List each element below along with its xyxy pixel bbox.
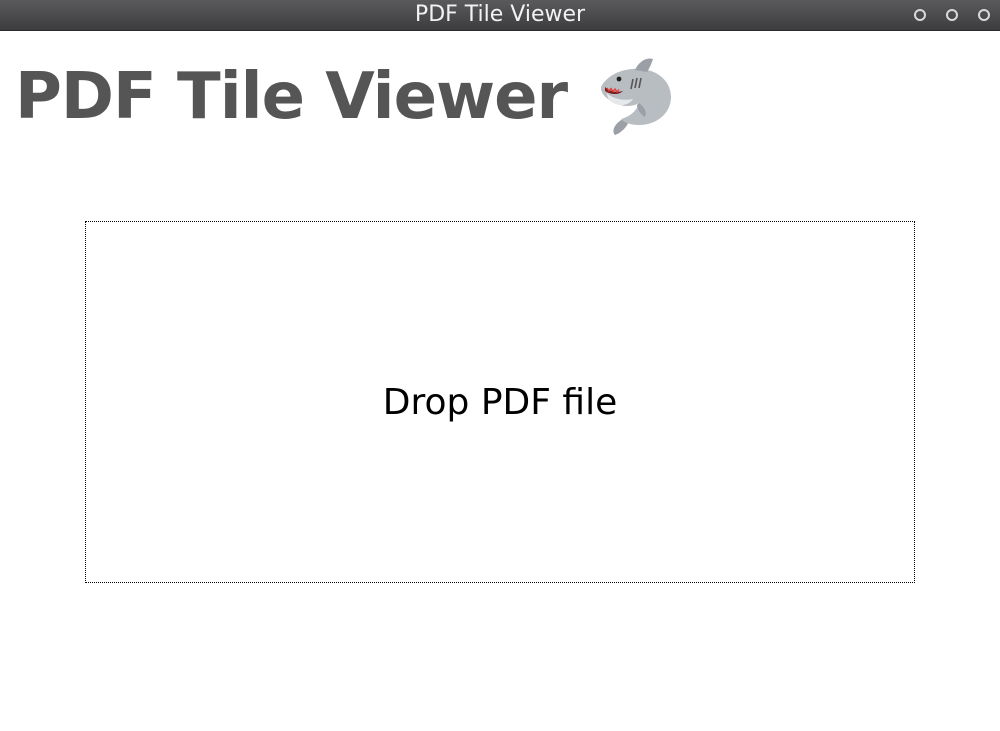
pdf-drop-zone[interactable]: Drop PDF file (85, 221, 915, 583)
page-title: PDF Tile Viewer (15, 60, 568, 134)
app-window: PDF Tile Viewer PDF Tile Viewer Drop PDF… (0, 0, 1000, 731)
window-controls (914, 9, 990, 21)
app-header: PDF Tile Viewer (15, 52, 677, 142)
window-titlebar[interactable]: PDF Tile Viewer (0, 0, 1000, 31)
drop-zone-label: Drop PDF file (382, 381, 618, 423)
maximize-icon[interactable] (946, 9, 958, 21)
close-icon[interactable] (978, 9, 990, 21)
window-title: PDF Tile Viewer (414, 2, 586, 27)
shark-icon (601, 58, 672, 135)
minimize-icon[interactable] (914, 9, 926, 21)
